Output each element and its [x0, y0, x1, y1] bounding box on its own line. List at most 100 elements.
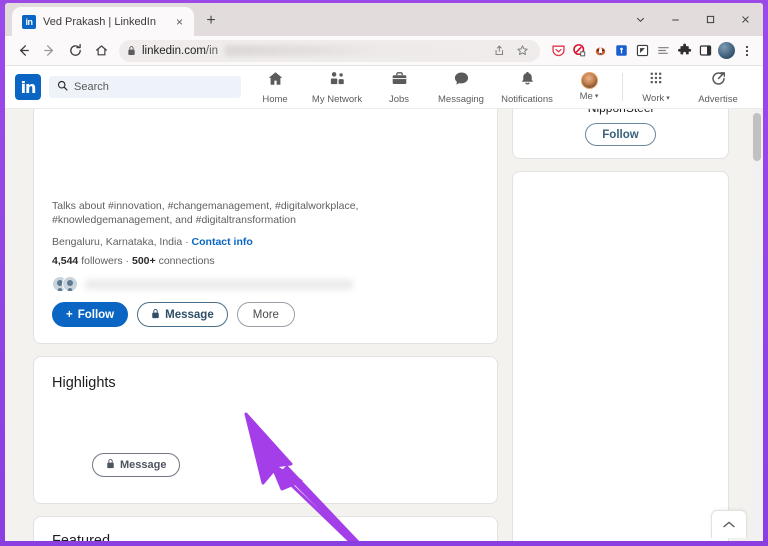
page-scrollbar[interactable]	[751, 109, 763, 541]
mutual-connections-row[interactable]	[52, 276, 479, 292]
chevron-down-icon: ▾	[594, 93, 599, 100]
nav-label-me: Me ▾	[579, 91, 599, 102]
nav-item-me[interactable]: Me ▾	[560, 66, 618, 109]
browser-window: in Ved Prakash | LinkedIn × + linkedin.c…	[5, 3, 763, 541]
suggested-company-name: NipponSteel	[588, 109, 653, 115]
mutual-connections-blurred-text	[85, 278, 353, 290]
search-input[interactable]: Search	[49, 76, 241, 98]
bookmark-star-icon[interactable]	[512, 41, 532, 61]
nav-label-advertise: Advertise	[698, 93, 738, 105]
browser-profile-avatar[interactable]	[716, 41, 736, 61]
nav-label-home: Home	[262, 93, 288, 105]
highlights-message-button[interactable]: Message	[92, 453, 181, 477]
page-viewport: Talks about #innovation, #changemanageme…	[5, 109, 763, 541]
nav-label-messaging: Messaging	[438, 93, 484, 105]
linkedin-favicon: in	[22, 14, 36, 29]
contact-info-link[interactable]: Contact info	[192, 236, 253, 248]
avatar	[580, 72, 598, 89]
nav-item-messaging[interactable]: Messaging	[428, 66, 494, 109]
chevron-down-icon: ▾	[666, 95, 670, 102]
search-icon	[57, 78, 68, 96]
readability-extension-icon[interactable]	[653, 41, 673, 61]
suggested-company-card: NipponSteel Follow	[512, 109, 729, 159]
tab-search-chevron-down-icon[interactable]	[623, 3, 658, 36]
linkedin-navbar: in Search Home My Network Jobs Messaging…	[5, 66, 763, 109]
bell-icon	[519, 70, 536, 92]
highlights-message-wrap: Message	[92, 453, 181, 477]
more-button[interactable]: More	[236, 302, 295, 327]
profile-action-buttons: + Follow Message More	[52, 302, 479, 343]
page-scrollbar-thumb[interactable]	[753, 113, 761, 161]
scroll-to-top-button[interactable]	[711, 510, 747, 538]
maximize-icon[interactable]	[693, 3, 728, 36]
sidebar-follow-button[interactable]: Follow	[585, 123, 656, 146]
puzzle-extensions-icon[interactable]	[674, 41, 694, 61]
avatar	[62, 276, 78, 292]
back-icon[interactable]	[11, 39, 35, 63]
chrome-menu-icon[interactable]	[737, 41, 757, 61]
forward-icon[interactable]	[37, 39, 61, 63]
nav-label-notifications: Notifications	[501, 93, 553, 105]
followers-count: 4,544	[52, 255, 79, 267]
nav-item-jobs[interactable]: Jobs	[370, 66, 428, 109]
profile-location: Bengaluru, Karnataka, India	[52, 236, 183, 248]
nav-item-my-network[interactable]: My Network	[304, 66, 370, 109]
browser-tab[interactable]: in Ved Prakash | LinkedIn ×	[12, 7, 194, 36]
window-controls	[623, 3, 763, 36]
nav-divider	[622, 73, 623, 101]
featured-card: Featured	[33, 516, 498, 541]
follow-button[interactable]: + Follow	[52, 302, 129, 327]
profile-talks-about: Talks about #innovation, #changemanageme…	[52, 200, 359, 226]
close-tab-icon[interactable]: ×	[172, 14, 187, 29]
nav-items: Home My Network Jobs Messaging Notificat…	[246, 66, 751, 109]
tab-strip: in Ved Prakash | LinkedIn × +	[5, 3, 763, 36]
linkedin-logo-icon[interactable]: in	[15, 74, 41, 100]
followers-label: followers	[81, 255, 123, 267]
message-icon	[453, 70, 470, 92]
browser-toolbar: linkedin.com/in	[5, 36, 763, 66]
highlights-title: Highlights	[52, 375, 116, 391]
adblock-extension-icon[interactable]	[569, 41, 589, 61]
profile-card: Talks about #innovation, #changemanageme…	[33, 109, 498, 344]
advertise-icon	[710, 70, 727, 92]
nav-label-jobs: Jobs	[388, 93, 410, 105]
lock-icon	[151, 308, 160, 322]
nav-item-home[interactable]: Home	[246, 66, 304, 109]
main-column: Talks about #innovation, #changemanageme…	[33, 109, 498, 541]
url-blurred-remainder	[225, 45, 482, 56]
featured-title: Featured	[52, 533, 111, 541]
url-text: linkedin.com/in	[142, 44, 219, 57]
home-icon[interactable]	[89, 39, 113, 63]
side-column: NipponSteel Follow	[512, 109, 729, 541]
side-panel-icon[interactable]	[695, 41, 715, 61]
new-tab-button[interactable]: +	[198, 8, 224, 34]
nav-item-notifications[interactable]: Notifications	[494, 66, 560, 109]
nav-item-advertise[interactable]: Advertise	[685, 66, 751, 109]
minimize-icon[interactable]	[658, 3, 693, 36]
briefcase-icon	[391, 70, 408, 92]
nav-label-my-network: My Network	[311, 93, 363, 105]
close-window-icon[interactable]	[728, 3, 763, 36]
home-icon	[267, 70, 284, 92]
sidebar-secondary-card	[512, 171, 729, 541]
purple-frame-border: in Ved Prakash | LinkedIn × + linkedin.c…	[0, 0, 768, 546]
grammarly-extension-icon[interactable]	[611, 41, 631, 61]
plus-icon: +	[66, 308, 73, 321]
profile-location-row: Bengaluru, Karnataka, India · Contact in…	[52, 236, 253, 248]
page-columns: Talks about #innovation, #changemanageme…	[5, 109, 751, 541]
share-icon[interactable]	[488, 41, 508, 61]
search-placeholder: Search	[74, 81, 109, 93]
lock-icon	[127, 45, 136, 56]
pocket-extension-icon[interactable]	[548, 41, 568, 61]
nav-item-work[interactable]: Work ▾	[627, 66, 685, 109]
address-bar[interactable]: linkedin.com/in	[119, 39, 540, 62]
message-button[interactable]: Message	[137, 302, 228, 327]
reload-icon[interactable]	[63, 39, 87, 63]
profile-stats: 4,544 followers · 500+ connections	[52, 255, 215, 267]
highlights-message-label: Message	[120, 459, 167, 471]
extensions-row	[548, 41, 757, 61]
privacy-badger-extension-icon[interactable]	[590, 41, 610, 61]
honey-extension-icon[interactable]	[632, 41, 652, 61]
follow-button-label: Follow	[77, 308, 115, 321]
grid-icon	[648, 70, 664, 91]
